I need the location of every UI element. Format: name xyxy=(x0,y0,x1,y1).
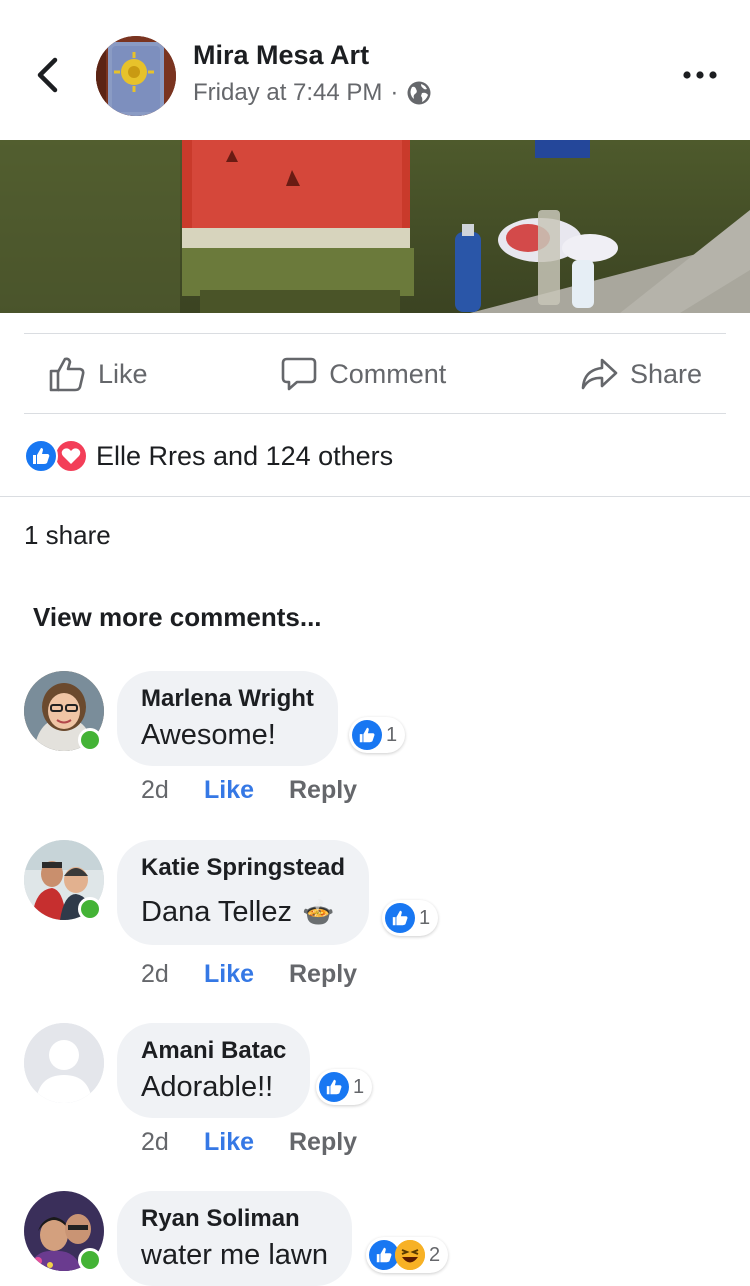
like-reaction-icon xyxy=(24,439,58,473)
comment-text: Adorable!! xyxy=(141,1071,286,1104)
like-reaction-icon xyxy=(352,720,382,750)
post-time[interactable]: Friday at 7:44 PM xyxy=(193,79,382,107)
comment-like-button[interactable]: Like xyxy=(204,1128,289,1157)
comment-text-content: water me lawn xyxy=(141,1239,328,1271)
comment-meta: 2d Like Reply xyxy=(141,960,357,989)
post-meta: Friday at 7:44 PM · xyxy=(193,79,432,107)
reaction-count: 1 xyxy=(353,1075,365,1098)
meta-separator: · xyxy=(390,79,399,106)
online-indicator xyxy=(78,1248,102,1272)
divider xyxy=(24,413,726,414)
comment-text: Awesome! xyxy=(141,719,314,752)
comment-text: water me lawn xyxy=(141,1239,328,1272)
post-photo[interactable] xyxy=(0,140,750,313)
comment-reaction-count[interactable]: 1 xyxy=(382,900,439,936)
haha-reaction-icon xyxy=(395,1240,425,1270)
page-name[interactable]: Mira Mesa Art xyxy=(193,40,369,71)
comment-reaction-count[interactable]: 2 xyxy=(366,1237,449,1273)
like-reaction-icon xyxy=(319,1072,349,1102)
view-more-comments-link[interactable]: View more comments... xyxy=(33,602,322,633)
comment-bubble[interactable]: Amani Batac Adorable!! xyxy=(117,1023,311,1118)
comment-author[interactable]: Amani Batac xyxy=(141,1037,286,1065)
divider xyxy=(0,496,750,497)
comment-text-content: Adorable!! xyxy=(141,1071,274,1103)
comment-like-button[interactable]: Like xyxy=(204,776,289,805)
share-label: Share xyxy=(629,358,702,389)
online-indicator xyxy=(78,728,102,752)
comment-label: Comment xyxy=(329,358,447,389)
comment-text-content: Awesome! xyxy=(141,719,276,751)
reactions-text: Elle Rres and 124 others xyxy=(96,440,394,471)
more-options-button[interactable] xyxy=(680,63,720,87)
online-indicator xyxy=(78,897,102,921)
love-reaction-icon xyxy=(54,439,88,473)
mentioned-user[interactable]: Dana Tellez xyxy=(141,896,292,929)
comment-time: 2d xyxy=(141,1128,169,1156)
comment-button[interactable]: Comment xyxy=(257,334,470,414)
comment-reaction-count[interactable]: 1 xyxy=(349,717,406,753)
comment-bubble[interactable]: Katie Springstead Dana Tellez 🍲 xyxy=(117,840,370,945)
reactions-summary[interactable]: Elle Rres and 124 others xyxy=(24,436,393,476)
reaction-count: 1 xyxy=(386,723,398,746)
more-dots-icon xyxy=(683,71,717,79)
comment-bubble[interactable]: Ryan Soliman water me lawn xyxy=(117,1191,352,1286)
chevron-left-icon xyxy=(37,57,58,93)
globe-icon xyxy=(407,81,431,105)
post-header: Mira Mesa Art Friday at 7:44 PM · xyxy=(0,0,750,140)
page-avatar[interactable] xyxy=(96,36,176,116)
like-label: Like xyxy=(98,358,148,389)
reaction-count: 1 xyxy=(419,906,431,929)
comment-meta: 2d Like Reply xyxy=(141,1128,357,1157)
comment-time: 2d xyxy=(141,960,169,988)
comment-meta: 2d Like Reply xyxy=(141,776,357,805)
comment-reply-button[interactable]: Reply xyxy=(289,960,357,989)
reaction-count: 2 xyxy=(429,1243,441,1266)
comment-text: Dana Tellez 🍲 xyxy=(141,896,345,929)
default-avatar-icon xyxy=(24,1023,104,1103)
like-reaction-icon xyxy=(385,903,415,933)
comment-like-button[interactable]: Like xyxy=(204,960,289,989)
thumbs-up-icon xyxy=(49,357,85,392)
comment-reply-button[interactable]: Reply xyxy=(289,776,357,805)
avatar[interactable] xyxy=(24,1023,104,1103)
comment-reply-button[interactable]: Reply xyxy=(289,1128,357,1157)
like-button[interactable]: Like xyxy=(24,334,172,414)
share-button[interactable]: Share xyxy=(556,334,726,414)
share-count[interactable]: 1 share xyxy=(24,520,111,551)
comment-time: 2d xyxy=(141,776,169,804)
reaction-icons xyxy=(24,439,88,473)
comment-reaction-count[interactable]: 1 xyxy=(316,1069,373,1105)
comment-author[interactable]: Katie Springstead xyxy=(141,854,345,882)
comment-icon xyxy=(281,357,317,391)
action-bar: Like Comment Share xyxy=(24,334,726,414)
comment-author[interactable]: Ryan Soliman xyxy=(141,1205,328,1233)
comment-author[interactable]: Marlena Wright xyxy=(141,685,314,713)
bowl-emoji-icon: 🍲 xyxy=(302,897,335,927)
share-arrow-icon xyxy=(581,358,618,390)
back-button[interactable] xyxy=(30,55,64,95)
comment-bubble[interactable]: Marlena Wright Awesome! xyxy=(117,671,338,766)
